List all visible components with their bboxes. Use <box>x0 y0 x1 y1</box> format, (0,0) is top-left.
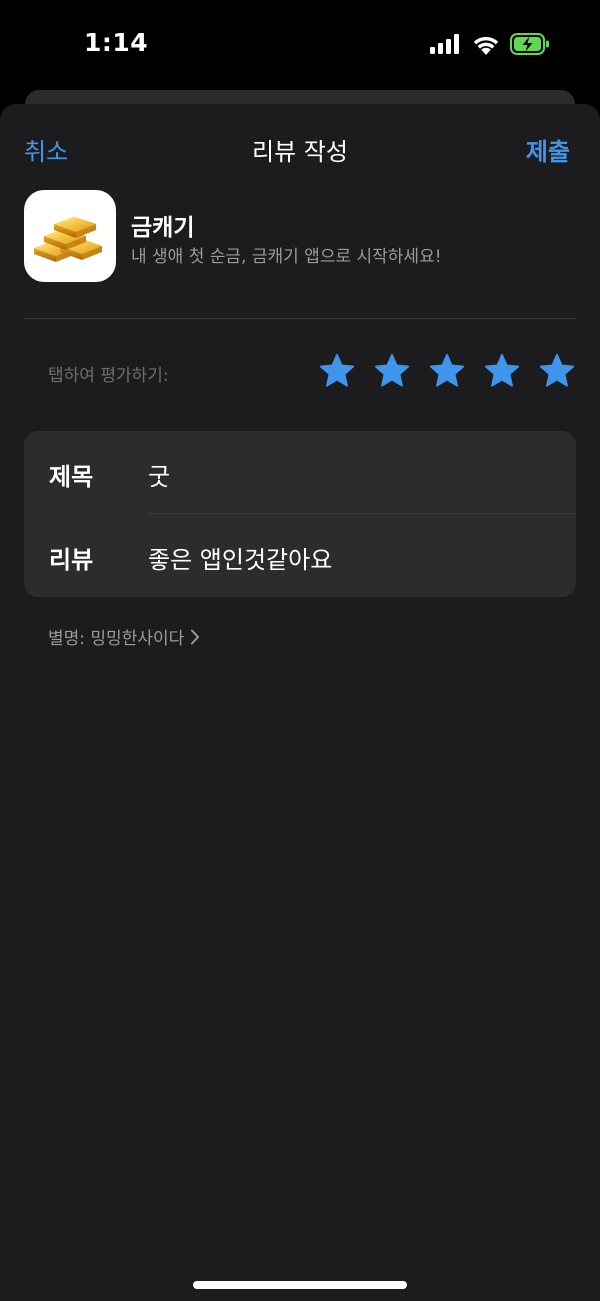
star-icon-1[interactable] <box>318 352 356 390</box>
review-form: 제목 굿 리뷰 좋은 앱인것같아요 <box>24 431 576 597</box>
review-input[interactable]: 좋은 앱인것같아요 <box>148 540 332 575</box>
wifi-icon <box>473 36 499 55</box>
review-label: 리뷰 <box>49 546 94 574</box>
status-bar: 1:14 <box>0 0 600 90</box>
rating-row: 탭하여 평가하기: <box>24 349 576 399</box>
star-icon-3[interactable] <box>428 352 466 390</box>
review-field[interactable]: 리뷰 좋은 앱인것같아요 <box>24 514 576 596</box>
title-input[interactable]: 굿 <box>148 457 170 492</box>
app-header: 금캐기 내 생애 첫 순금, 금캐기 앱으로 시작하세요! <box>24 190 576 286</box>
app-icon <box>24 190 116 282</box>
star-rating <box>318 352 576 390</box>
app-subtitle: 내 생애 첫 순금, 금캐기 앱으로 시작하세요! <box>131 247 442 267</box>
battery-charging-icon <box>510 33 549 55</box>
title-field[interactable]: 제목 굿 <box>24 431 576 513</box>
nav-title: 리뷰 작성 <box>252 138 348 166</box>
app-name: 금캐기 <box>131 215 195 241</box>
nickname-link[interactable]: 별명: 밍밍한사이다 <box>48 624 200 649</box>
title-label: 제목 <box>49 463 94 491</box>
status-time: 1:14 <box>84 28 149 57</box>
star-icon-5[interactable] <box>538 352 576 390</box>
divider <box>24 318 576 319</box>
status-icons <box>430 33 550 55</box>
cancel-button[interactable]: 취소 <box>24 132 68 167</box>
rating-label: 탭하여 평가하기: <box>48 366 169 386</box>
nickname-text: 별명: 밍밍한사이다 <box>48 629 185 649</box>
chevron-right-icon <box>191 629 200 644</box>
cellular-signal-icon <box>430 34 459 54</box>
star-icon-4[interactable] <box>483 352 521 390</box>
review-sheet: 취소 리뷰 작성 제출 금캐기 내 생애 첫 순금, 금캐기 앱으로 시작하세요… <box>0 104 600 1301</box>
submit-button[interactable]: 제출 <box>526 132 570 167</box>
nav-bar: 취소 리뷰 작성 제출 <box>0 104 600 194</box>
star-icon-2[interactable] <box>373 352 411 390</box>
gold-bars-icon <box>34 215 102 262</box>
home-indicator <box>193 1281 407 1289</box>
